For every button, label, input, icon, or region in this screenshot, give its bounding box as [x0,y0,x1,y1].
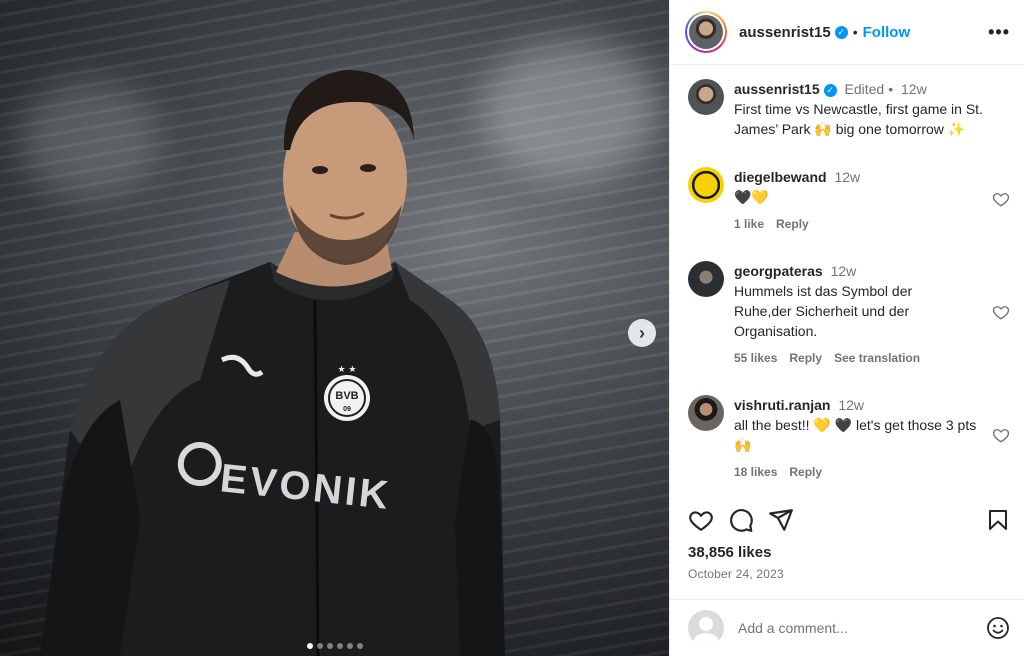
separator-dot: • [852,24,858,40]
svg-text:09: 09 [343,406,351,413]
carousel-dot [357,643,363,649]
comment-item: vishruti.ranjan 12w all the best!! 💛 🖤 l… [688,395,1010,479]
see-translation-button[interactable]: See translation [834,351,920,365]
author-username[interactable]: aussenrist15 [739,24,831,41]
heart-icon[interactable] [688,507,714,533]
like-comment-icon[interactable] [992,303,1010,321]
comment-time: 12w [830,263,857,279]
comments-list[interactable]: aussenrist15 ✓ Edited • 12w First time vs … [670,66,1024,491]
more-options-button[interactable]: ••• [988,22,1010,43]
author-avatar[interactable] [685,11,727,53]
reply-button[interactable]: Reply [776,217,809,231]
post-viewer: BVB 09 ★ ★ EVONIK › aussenrist15 ✓ • Fol… [0,0,1024,656]
bookmark-icon[interactable] [986,507,1010,533]
post-caption: aussenrist15 ✓ Edited • 12w First time vs … [688,79,1010,139]
follow-button[interactable]: Follow [863,24,911,41]
post-side-panel: aussenrist15 ✓ • Follow ••• aussenrist15… [669,0,1024,656]
comment-username[interactable]: diegelbewand [734,169,827,185]
comment-time: 12w [838,397,865,413]
comment-input[interactable] [738,620,986,636]
post-header: aussenrist15 ✓ • Follow ••• [670,0,1024,65]
reply-button[interactable]: Reply [789,351,822,365]
comment-likes[interactable]: 1 like [734,217,764,231]
carousel-dot [337,643,343,649]
carousel-dot [327,643,333,649]
svg-text:★ ★: ★ ★ [338,365,357,375]
commenter-avatar[interactable] [688,395,724,431]
emoji-icon[interactable] [986,616,1010,640]
share-icon[interactable] [768,507,794,533]
post-actions [688,505,1010,535]
chevron-right-icon: › [639,323,645,343]
svg-text:BVB: BVB [335,390,358,402]
comment-likes[interactable]: 18 likes [734,465,777,479]
comment-text: 🖤💛 [734,189,769,205]
verified-icon: ✓ [823,83,837,97]
comment-item: georgpateras 12w Hummels ist das Symbol … [688,261,1010,365]
add-comment-bar [670,599,1024,656]
reply-button[interactable]: Reply [789,465,822,479]
comment-username[interactable]: vishruti.ranjan [734,397,830,413]
comment-time: 12w [834,169,861,185]
like-comment-icon[interactable] [992,190,1010,208]
comment-item: diegelbewand 12w 🖤💛 1 like Reply [688,167,1010,231]
edited-label: Edited [844,81,885,97]
caption-time[interactable]: 12w [901,81,927,97]
carousel-dot [317,643,323,649]
carousel-next-button[interactable]: › [628,319,656,347]
carousel-dot [307,643,313,649]
comment-text: Hummels ist das Symbol der Ruhe,der Sich… [734,283,913,339]
player-photo: BVB 09 ★ ★ EVONIK [40,70,505,656]
commenter-avatar[interactable] [688,261,724,297]
caption-username[interactable]: aussenrist15 [734,81,820,97]
comment-username[interactable]: georgpateras [734,263,823,279]
comment-icon[interactable] [728,507,754,533]
author-avatar-small[interactable] [688,79,724,115]
likes-count[interactable]: 38,856 likes [688,544,771,561]
like-comment-icon[interactable] [992,426,1010,444]
post-media[interactable]: BVB 09 ★ ★ EVONIK › [0,0,669,656]
post-date[interactable]: October 24, 2023 [688,567,784,581]
comment-likes[interactable]: 55 likes [734,351,777,365]
carousel-dot [347,643,353,649]
carousel-indicator [307,643,363,649]
caption-text: First time vs Newcastle, first game in S… [734,101,983,137]
comment-text: all the best!! 💛 🖤 let's get those 3 pts… [734,417,977,453]
verified-icon: ✓ [834,25,848,39]
commenter-avatar[interactable] [688,167,724,203]
current-user-avatar [688,610,724,646]
